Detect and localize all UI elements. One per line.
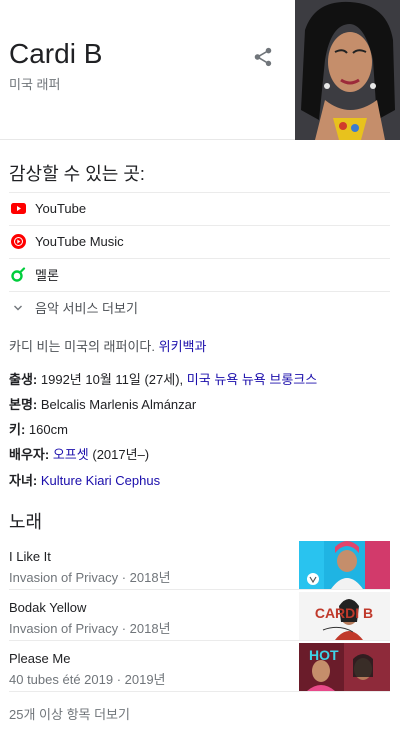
- more-services-button[interactable]: 음악 서비스 더보기: [9, 291, 390, 323]
- fact-child: 자녀: Kulture Kiari Cephus: [9, 470, 160, 489]
- fact-child-link[interactable]: Kulture Kiari Cephus: [41, 473, 160, 488]
- entity-photo[interactable]: [295, 0, 400, 140]
- fact-realname-value: Belcalis Marlenis Almánzar: [40, 397, 197, 412]
- service-youtube[interactable]: YouTube: [9, 192, 390, 224]
- fact-spouse-link[interactable]: 오프셋: [53, 447, 89, 462]
- entity-description: 카디 비는 미국의 래퍼이다. 위키백과: [9, 336, 206, 355]
- service-melon[interactable]: 멜론: [9, 258, 390, 290]
- song-name: I Like It: [9, 549, 51, 564]
- song-thumbnail: HOT: [299, 643, 390, 691]
- service-label: 멜론: [35, 268, 59, 283]
- youtube-music-icon: [10, 234, 26, 250]
- song-meta: Invasion of Privacy · 2018년: [9, 621, 171, 636]
- listen-section-title: 감상할 수 있는 곳:: [9, 164, 145, 184]
- fact-born-label: 출생:: [9, 372, 38, 387]
- song-thumbnail: CARDI B: [299, 592, 390, 640]
- melon-icon: [10, 267, 26, 283]
- song-item[interactable]: I Like It Invasion of Privacy · 2018년: [9, 540, 390, 590]
- fact-spouse-label: 배우자:: [9, 447, 50, 462]
- more-services-label: 음악 서비스 더보기: [35, 301, 138, 316]
- fact-realname-label: 본명:: [9, 397, 38, 412]
- fact-born-value: 1992년 10월 11일 (27세),: [40, 372, 184, 387]
- fact-height-label: 키:: [9, 422, 26, 437]
- song-thumbnail: [299, 541, 390, 589]
- song-meta: 40 tubes été 2019 · 2019년: [9, 672, 166, 687]
- fact-spouse-years: (2017년–): [92, 447, 150, 462]
- youtube-icon: [10, 201, 26, 217]
- fact-child-label: 자녀:: [9, 473, 38, 488]
- fact-height-value: 160cm: [28, 422, 68, 437]
- service-youtube-music[interactable]: YouTube Music: [9, 225, 390, 257]
- thumb-text: HOT: [309, 647, 339, 663]
- song-name: Please Me: [9, 651, 71, 666]
- fact-born-place-link[interactable]: 미국 뉴욕 뉴욕 브롱크스: [187, 372, 317, 387]
- service-label: YouTube: [35, 201, 87, 216]
- thumb-text: CARDI B: [315, 605, 373, 621]
- fact-realname: 본명: Belcalis Marlenis Almánzar: [9, 394, 196, 413]
- fact-born: 출생: 1992년 10월 11일 (27세), 미국 뉴욕 뉴욕 브롱크스: [9, 369, 317, 388]
- song-meta: Invasion of Privacy · 2018년: [9, 570, 171, 585]
- share-icon[interactable]: [252, 46, 274, 68]
- description-text: 카디 비는 미국의 래퍼이다.: [9, 339, 159, 354]
- service-label: YouTube Music: [35, 234, 124, 249]
- songs-section-title: 노래: [9, 512, 43, 532]
- song-item[interactable]: Bodak Yellow Invasion of Privacy · 2018년…: [9, 591, 390, 641]
- more-songs-link[interactable]: 25개 이상 항목 더보기: [9, 704, 130, 723]
- knowledge-panel-header: Cardi B 미국 래퍼: [0, 0, 400, 140]
- entity-subtitle: 미국 래퍼: [9, 77, 61, 92]
- song-name: Bodak Yellow: [9, 600, 87, 615]
- song-item[interactable]: Please Me 40 tubes été 2019 · 2019년 HOT: [9, 642, 390, 692]
- chevron-down-icon: [10, 300, 26, 316]
- fact-height: 키: 160cm: [9, 419, 68, 438]
- entity-title: Cardi B: [9, 38, 103, 69]
- fact-spouse: 배우자: 오프셋 (2017년–): [9, 444, 149, 463]
- wikipedia-link[interactable]: 위키백과: [159, 339, 207, 354]
